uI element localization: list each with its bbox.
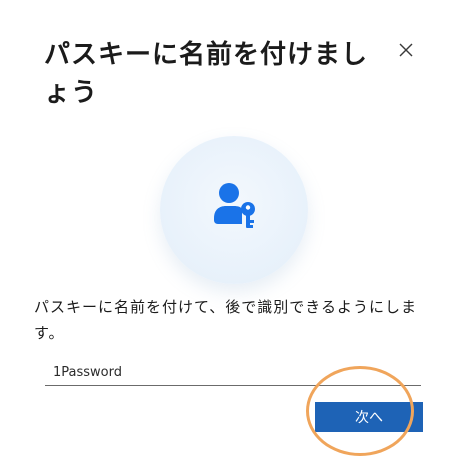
passkey-name-input[interactable] [45,360,421,386]
next-button[interactable]: 次へ [315,402,423,432]
close-button[interactable] [394,38,418,62]
hero-illustration [160,136,308,284]
passkey-name-dialog: パスキーに名前を付けましょう パスキーに名前を付けて、後で識別できるようにします… [0,0,470,470]
person-key-icon [214,183,255,228]
dialog-description: パスキーに名前を付けて、後で識別できるようにします。 [34,298,417,342]
close-icon [394,38,418,62]
dialog-title: パスキーに名前を付けましょう [44,40,369,108]
